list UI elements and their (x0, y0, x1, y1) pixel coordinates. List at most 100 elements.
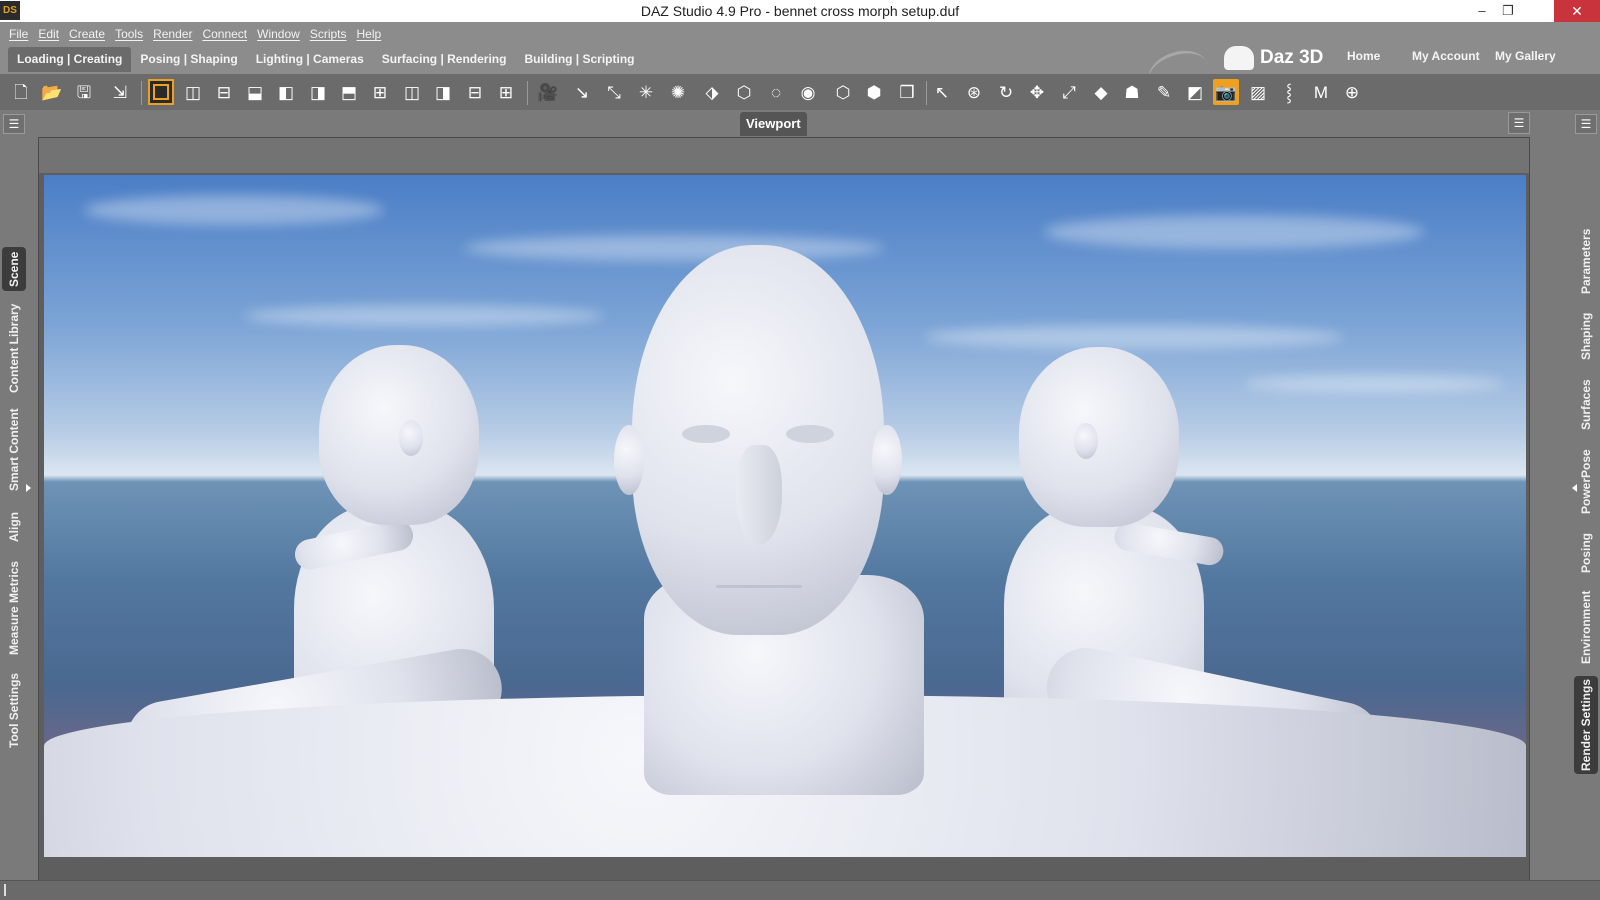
layout-two-horizontal-icon[interactable]: ⊟ (211, 79, 237, 105)
tab-building-scripting[interactable]: Building | Scripting (515, 47, 643, 72)
left-panel-strip: ☰ Scene Content Library Smart Content Al… (0, 110, 31, 880)
center-figure-nose (736, 445, 782, 545)
tab-smart-content[interactable]: Smart Content (2, 406, 26, 494)
brand-name: Daz 3D (1260, 47, 1324, 68)
geometry-tool-icon[interactable]: ⬢ (861, 79, 887, 105)
viewport-pane-menu-icon[interactable]: ☰ (1508, 112, 1530, 134)
tab-surfaces[interactable]: Surfaces (1574, 376, 1598, 434)
create-spotlight-icon[interactable]: ⤡ (601, 79, 627, 105)
right-figure-head (1019, 347, 1179, 527)
status-grip[interactable] (4, 884, 6, 896)
create-null-icon[interactable]: ◌ (763, 79, 789, 105)
layout-three-top-icon[interactable]: ⬒ (336, 79, 362, 105)
layout-single-viewport-icon[interactable] (148, 79, 174, 105)
daz3d-logo[interactable]: Daz 3D (1224, 43, 1323, 73)
center-figure-mouth (716, 585, 802, 588)
cloud (244, 305, 604, 327)
menu-scripts[interactable]: Scripts (305, 25, 352, 43)
spot-render-tool-icon[interactable]: ◩ (1182, 79, 1208, 105)
viewport-pane: Viewport ☰ (34, 110, 1566, 881)
center-figure-left-eye (682, 425, 730, 443)
tab-parameters[interactable]: Parameters (1574, 222, 1598, 300)
create-distant-light-icon[interactable]: ↘ (569, 79, 595, 105)
tab-lighting-cameras[interactable]: Lighting | Cameras (247, 47, 373, 72)
tab-content-library[interactable]: Content Library (2, 300, 26, 396)
tab-environment[interactable]: Environment (1574, 588, 1598, 666)
layout-quad-icon[interactable]: ⊞ (493, 79, 519, 105)
toolbar-separator (141, 81, 142, 105)
center-figure-head (632, 245, 884, 635)
menu-connect[interactable]: Connect (197, 25, 252, 43)
scale-tool-icon[interactable]: ⤢ (1056, 79, 1082, 105)
tab-measure-metrics[interactable]: Measure Metrics (2, 558, 26, 658)
right-panel-expand-icon[interactable] (1572, 484, 1577, 492)
transform-gizmo-icon[interactable]: ⊕ (1339, 79, 1365, 105)
create-area-light-icon[interactable]: ⬗ (699, 79, 725, 105)
menu-help[interactable]: Help (352, 25, 387, 43)
create-primitive-icon[interactable]: ⬡ (731, 79, 757, 105)
spot-render-camera-icon[interactable]: 📷 (1213, 79, 1239, 105)
geometry-sculptor-icon[interactable]: ⸾ (1276, 79, 1302, 105)
tab-powerpose[interactable]: PowerPose (1574, 446, 1598, 518)
restore-button[interactable]: ❐ (1488, 0, 1528, 22)
menu-render[interactable]: Render (148, 25, 197, 43)
new-scene-icon[interactable]: 🗋 (8, 79, 34, 105)
save-file-icon[interactable]: 🖫 (71, 79, 97, 105)
center-figure-right-ear (872, 425, 902, 495)
my-gallery-link[interactable]: My Gallery (1495, 49, 1556, 63)
layout-right-split-icon[interactable]: ◨ (430, 79, 456, 105)
layout-top-split-icon[interactable]: ⊟ (462, 79, 488, 105)
open-file-icon[interactable]: 📂 (39, 79, 65, 105)
menu-window[interactable]: Window (252, 25, 305, 43)
menu-create[interactable]: Create (64, 25, 110, 43)
create-linear-point-light-icon[interactable]: ✺ (665, 79, 691, 105)
menu-tools[interactable]: Tools (110, 25, 148, 43)
menu-bar: File Edit Create Tools Render Connect Wi… (4, 25, 386, 43)
universal-tool-icon[interactable]: ⊛ (961, 79, 987, 105)
layout-bottom-split-icon[interactable]: ⊞ (367, 79, 393, 105)
left-panel-expand-icon[interactable] (26, 484, 31, 492)
right-panel-menu-icon[interactable]: ☰ (1575, 114, 1597, 134)
layout-left-split-icon[interactable]: ◫ (399, 79, 425, 105)
tab-posing[interactable]: Posing (1574, 530, 1598, 576)
my-account-link[interactable]: My Account (1412, 49, 1480, 63)
layout-three-right-icon[interactable]: ◨ (305, 79, 331, 105)
tab-scene[interactable]: Scene (2, 247, 26, 291)
window-title: DAZ Studio 4.9 Pro - bennet cross morph … (640, 3, 960, 19)
left-panel-menu-icon[interactable]: ☰ (3, 114, 25, 134)
cloud (464, 235, 884, 261)
create-point-light-icon[interactable]: ✳ (633, 79, 659, 105)
viewport-tab[interactable]: Viewport (740, 112, 807, 136)
tab-posing-shaping[interactable]: Posing | Shaping (131, 47, 246, 72)
surface-selection-tool-icon[interactable]: ◆ (1088, 79, 1114, 105)
rotate-tool-icon[interactable]: ↻ (993, 79, 1019, 105)
toolbar-separator (926, 81, 927, 105)
tab-shaping[interactable]: Shaping (1574, 310, 1598, 362)
layout-three-bottom-icon[interactable]: ⬓ (242, 79, 268, 105)
3d-viewport-canvas[interactable] (44, 175, 1526, 857)
weight-map-brush-icon[interactable]: ▨ (1245, 79, 1271, 105)
layout-three-left-icon[interactable]: ◧ (273, 79, 299, 105)
close-button[interactable]: ✕ (1554, 0, 1600, 22)
tab-loading-creating[interactable]: Loading | Creating (8, 47, 132, 72)
center-figure-right-eye (786, 425, 834, 443)
joint-editor-icon[interactable]: ✎ (1151, 79, 1177, 105)
daz-dragon-icon (1224, 46, 1254, 70)
menu-file[interactable]: File (4, 25, 33, 43)
cube-tool-icon[interactable]: ❒ (894, 79, 920, 105)
home-link[interactable]: Home (1347, 49, 1380, 63)
geometry-editor-icon[interactable]: ⬡ (830, 79, 856, 105)
create-camera-icon[interactable]: 🎥 (535, 79, 561, 105)
tab-surfacing-rendering[interactable]: Surfacing | Rendering (373, 47, 516, 72)
tab-tool-settings[interactable]: Tool Settings (2, 670, 26, 750)
region-navigator-icon[interactable]: M (1308, 79, 1334, 105)
layout-two-vertical-icon[interactable]: ◫ (180, 79, 206, 105)
create-group-icon[interactable]: ◉ (795, 79, 821, 105)
active-pose-tool-icon[interactable]: ☗ (1119, 79, 1145, 105)
translate-tool-icon[interactable]: ✥ (1024, 79, 1050, 105)
tab-align[interactable]: Align (2, 507, 26, 547)
menu-edit[interactable]: Edit (33, 25, 64, 43)
node-selection-tool-icon[interactable]: ↖ (929, 79, 955, 105)
merge-file-icon[interactable]: ⇲ (107, 79, 133, 105)
tab-render-settings[interactable]: Render Settings (1574, 676, 1598, 774)
